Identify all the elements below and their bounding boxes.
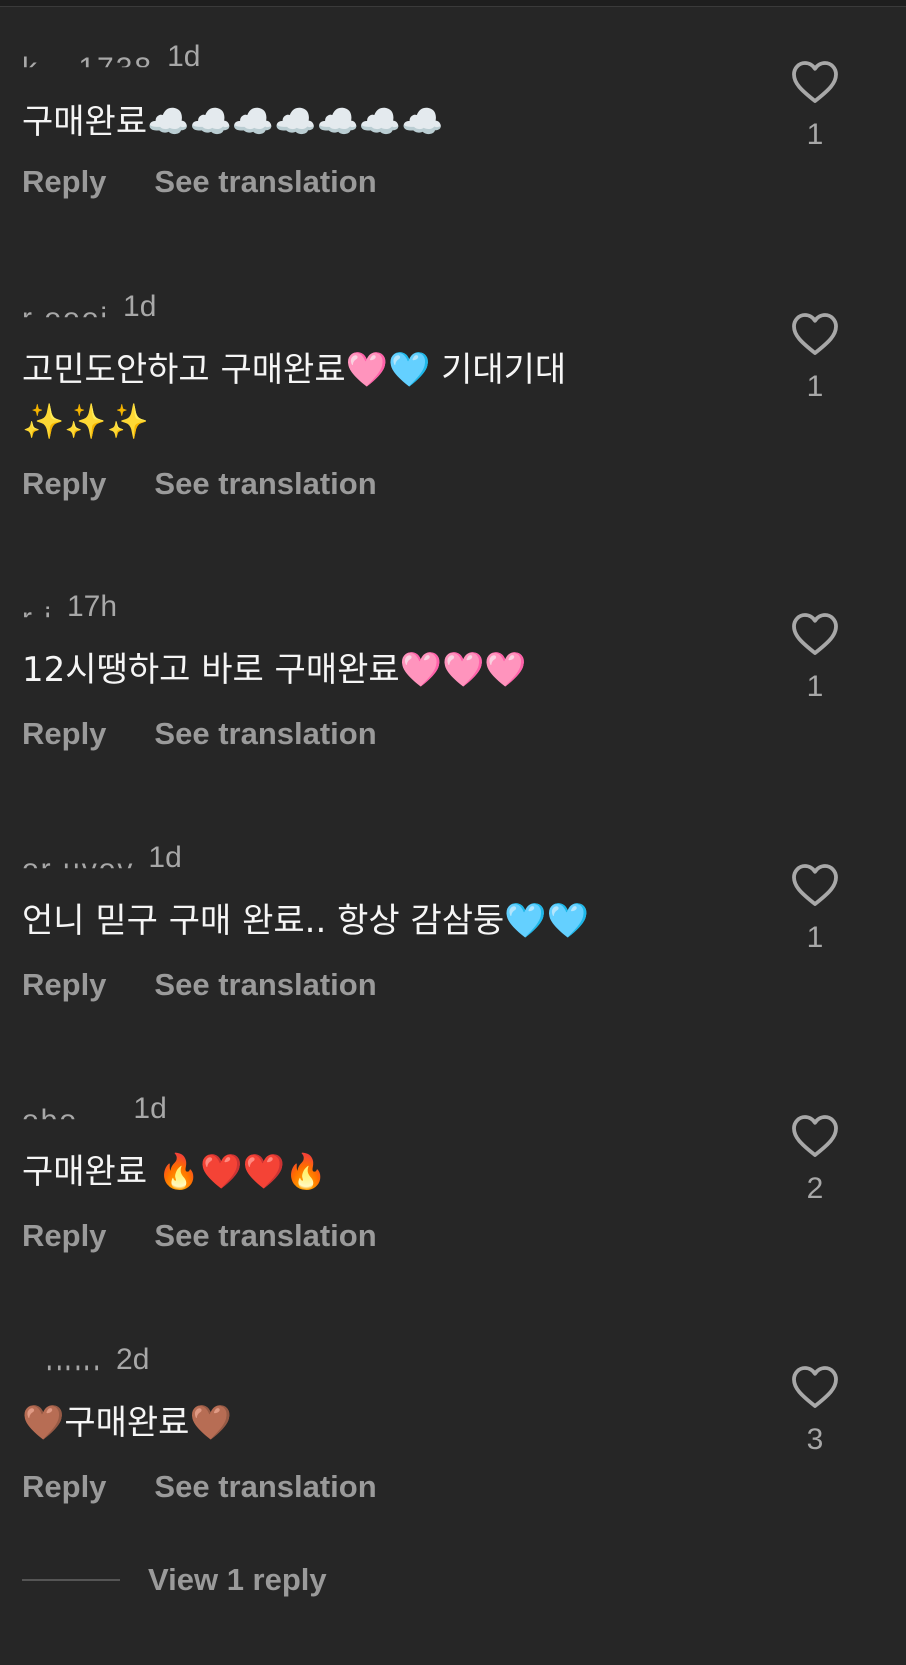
heart-outline-icon[interactable] bbox=[791, 612, 839, 656]
like-control: 1 bbox=[790, 60, 840, 152]
comment-meta: or uvov 1d bbox=[22, 841, 182, 875]
comment-meta: --uuu 2d bbox=[22, 1343, 149, 1377]
like-control: 1 bbox=[790, 863, 840, 955]
view-replies-label: View 1 reply bbox=[148, 1562, 327, 1597]
reply-button[interactable]: Reply bbox=[22, 716, 106, 752]
see-translation-button[interactable]: See translation bbox=[154, 466, 376, 502]
comment-meta: obo.... 1d bbox=[22, 1092, 167, 1126]
comment-actions: Reply See translation bbox=[22, 1469, 377, 1505]
comment-username[interactable]: or uvov bbox=[22, 853, 134, 868]
comment-actions: Reply See translation bbox=[22, 466, 377, 502]
comment-timestamp: 1d bbox=[167, 40, 201, 73]
comment-meta: r j 17h bbox=[22, 590, 117, 624]
comment-actions: Reply See translation bbox=[22, 716, 377, 752]
heart-outline-icon[interactable] bbox=[791, 60, 839, 104]
like-count: 3 bbox=[806, 1423, 824, 1456]
comment-username[interactable]: obo.... bbox=[22, 1104, 119, 1119]
reply-button[interactable]: Reply bbox=[22, 164, 106, 200]
comment-username[interactable]: r oooj bbox=[22, 302, 109, 317]
reply-button[interactable]: Reply bbox=[22, 1218, 106, 1254]
like-count: 1 bbox=[806, 370, 824, 403]
comment-timestamp: 1d bbox=[148, 841, 182, 874]
comment-actions: Reply See translation bbox=[22, 1218, 377, 1254]
comment-username[interactable]: k _ 1738 bbox=[22, 52, 153, 67]
see-translation-button[interactable]: See translation bbox=[154, 164, 376, 200]
top-divider bbox=[0, 0, 906, 7]
heart-outline-icon[interactable] bbox=[791, 1365, 839, 1409]
comment-text: 12시땡하고 바로 구매완료🩷🩷🩷 bbox=[22, 650, 527, 690]
see-translation-button[interactable]: See translation bbox=[154, 1469, 376, 1505]
reply-button[interactable]: Reply bbox=[22, 466, 106, 502]
comment-actions: Reply See translation bbox=[22, 164, 377, 200]
comment-text: 고민도안하고 구매완료🩷🩵 기대기대 ✨✨✨ bbox=[22, 350, 567, 442]
reply-button[interactable]: Reply bbox=[22, 967, 106, 1003]
like-control: 2 bbox=[790, 1114, 840, 1206]
comment-timestamp: 1d bbox=[133, 1092, 167, 1125]
like-count: 1 bbox=[806, 670, 824, 703]
replies-divider-line bbox=[22, 1579, 120, 1581]
comment-timestamp: 17h bbox=[67, 590, 118, 623]
like-count: 2 bbox=[806, 1172, 824, 1205]
reply-button[interactable]: Reply bbox=[22, 1469, 106, 1505]
comment-username[interactable]: --uuu bbox=[22, 1355, 102, 1370]
comment-username[interactable]: r j bbox=[22, 602, 53, 617]
comment-text: 언니 믿구 구매 완료.. 항상 감삼둥🩵🩵 bbox=[22, 901, 589, 941]
like-control: 1 bbox=[790, 312, 840, 404]
comment-timestamp: 1d bbox=[123, 290, 157, 323]
view-replies-button[interactable]: View 1 reply bbox=[22, 1562, 327, 1598]
see-translation-button[interactable]: See translation bbox=[154, 716, 376, 752]
comment-meta: k _ 1738 1d bbox=[22, 40, 200, 74]
comment-text: 구매완료 🔥❤️❤️🔥 bbox=[22, 1152, 328, 1192]
like-control: 1 bbox=[790, 612, 840, 704]
comment-text: 구매완료☁️☁️☁️☁️☁️☁️☁️ bbox=[22, 102, 444, 142]
comment-meta: r oooj 1d bbox=[22, 290, 156, 324]
heart-outline-icon[interactable] bbox=[791, 312, 839, 356]
comment-text: 🤎구매완료🤎 bbox=[22, 1403, 232, 1443]
heart-outline-icon[interactable] bbox=[791, 1114, 839, 1158]
heart-outline-icon[interactable] bbox=[791, 863, 839, 907]
see-translation-button[interactable]: See translation bbox=[154, 967, 376, 1003]
comment-actions: Reply See translation bbox=[22, 967, 377, 1003]
like-control: 3 bbox=[790, 1365, 840, 1457]
like-count: 1 bbox=[806, 118, 824, 151]
like-count: 1 bbox=[806, 921, 824, 954]
comment-timestamp: 2d bbox=[116, 1343, 150, 1376]
see-translation-button[interactable]: See translation bbox=[154, 1218, 376, 1254]
